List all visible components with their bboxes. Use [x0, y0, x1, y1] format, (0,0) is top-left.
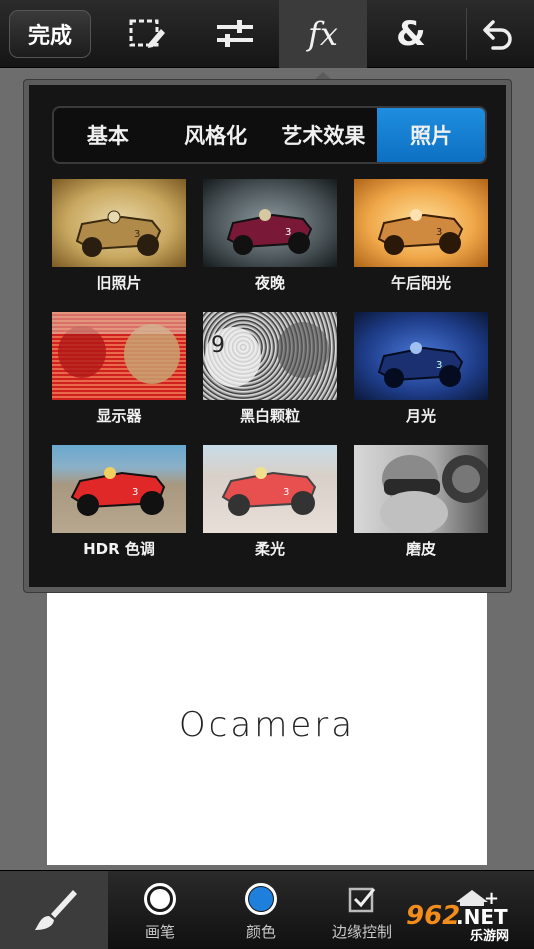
effect-label: 磨皮	[405, 540, 436, 558]
undo-button[interactable]	[462, 0, 534, 68]
moonlight-thumbnail: 3	[354, 312, 488, 400]
effect-label: 夜晚	[254, 274, 285, 292]
svg-text:3: 3	[132, 487, 138, 498]
svg-text:3: 3	[436, 360, 442, 371]
hdr-tone-thumbnail: 3	[52, 445, 186, 533]
old-photo-thumbnail: 3	[52, 179, 186, 267]
fx-button[interactable]: fx	[279, 0, 367, 68]
effect-monitor[interactable]: 显示器	[52, 312, 188, 434]
brush-label: 画笔	[144, 923, 175, 941]
watermark-logo: + 962 .NET 乐游网	[402, 882, 530, 944]
watermark-net: .NET	[456, 905, 508, 929]
canvas-text: Ocamera	[178, 705, 356, 745]
document-page[interactable]: Ocamera	[47, 560, 487, 865]
select-crop-icon	[129, 19, 165, 48]
svg-text:3: 3	[285, 227, 291, 238]
effect-label: 旧照片	[96, 274, 142, 292]
fx-icon: fx	[308, 15, 338, 53]
top-toolbar: 完成 fx &	[0, 0, 534, 68]
effect-label: 月光	[405, 407, 436, 425]
done-button[interactable]: 完成	[9, 10, 91, 58]
svg-text:3: 3	[283, 487, 289, 498]
ampersand-icon: &	[396, 14, 426, 54]
effect-label: 显示器	[96, 407, 142, 425]
effect-label: 黑白颗粒	[239, 407, 300, 425]
effect-label: 午后阳光	[390, 274, 451, 292]
color-button[interactable]: 颜色	[211, 871, 311, 949]
effect-skin-smooth[interactable]: 磨皮	[354, 445, 490, 567]
svg-text:3: 3	[436, 227, 442, 238]
effect-bw-grain[interactable]: 9 黑白颗粒	[203, 312, 339, 434]
tab-stylize[interactable]: 风格化	[162, 108, 270, 162]
tab-photo[interactable]: 照片	[377, 108, 485, 162]
edge-check-icon	[348, 887, 376, 913]
paintbrush-icon	[35, 889, 77, 930]
night-thumbnail: 3	[203, 179, 337, 267]
color-circle-icon	[245, 883, 277, 915]
effect-category-tabs: 基本 风格化 艺术效果 照片	[52, 106, 487, 164]
bw-grain-thumbnail: 9	[203, 312, 337, 400]
effect-afternoon-sun[interactable]: 3 午后阳光	[354, 179, 490, 301]
effect-night[interactable]: 3 夜晚	[203, 179, 339, 301]
tab-basic[interactable]: 基本	[54, 108, 162, 162]
skin-smooth-thumbnail	[354, 445, 488, 533]
soft-light-thumbnail: 3	[203, 445, 337, 533]
effect-label: HDR 色调	[83, 540, 155, 558]
brush-settings-button[interactable]: 画笔	[110, 871, 210, 949]
brush-circle-icon	[144, 883, 176, 915]
monitor-thumbnail	[52, 312, 186, 400]
edge-control-label: 边缘控制	[331, 923, 392, 941]
afternoon-sun-thumbnail: 3	[354, 179, 488, 267]
edge-control-button[interactable]: 边缘控制	[312, 871, 412, 949]
undo-icon	[483, 20, 512, 50]
adjust-button[interactable]	[191, 0, 279, 68]
effects-popup: 基本 风格化 艺术效果 照片 3 旧照片 3 夜晚 3 午后阳光 显示器 9 黑…	[24, 80, 511, 592]
effect-hdr-tone[interactable]: 3 HDR 色调	[52, 445, 188, 567]
svg-text:3: 3	[134, 229, 140, 240]
svg-text:9: 9	[211, 333, 225, 358]
brush-tool-button[interactable]	[0, 871, 108, 949]
adjust-sliders-icon	[217, 20, 253, 47]
effect-moonlight[interactable]: 3 月光	[354, 312, 490, 434]
color-label: 颜色	[245, 923, 276, 941]
select-crop-button[interactable]	[103, 0, 191, 68]
effect-soft-light[interactable]: 3 柔光	[203, 445, 339, 567]
effect-old-photo[interactable]: 3 旧照片	[52, 179, 188, 301]
watermark-site: 乐游网	[470, 928, 509, 942]
ampersand-button[interactable]: &	[367, 0, 455, 68]
tab-artistic[interactable]: 艺术效果	[270, 108, 378, 162]
watermark-962: 962	[406, 901, 460, 931]
effect-label: 柔光	[254, 540, 285, 558]
